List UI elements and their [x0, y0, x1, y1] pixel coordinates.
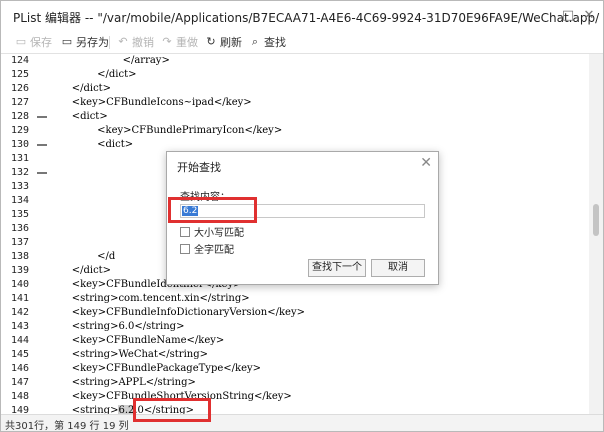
- match-case-checkbox[interactable]: 大小写匹配: [180, 224, 244, 239]
- refresh-icon: ↻: [206, 35, 216, 48]
- search-match-highlight: 6.2: [118, 405, 135, 414]
- code-line: 144 <key>CFBundleName</key>: [11, 335, 225, 346]
- code-line: 128 <dict>: [11, 111, 108, 122]
- whole-word-label: 全字匹配: [194, 245, 234, 256]
- save-button[interactable]: ▭ 保存: [15, 34, 52, 50]
- refresh-label: 刷新: [220, 36, 242, 49]
- vertical-scrollbar[interactable]: [589, 54, 603, 414]
- toolbar-divider: [109, 36, 110, 49]
- title-bar: PList 编辑器 -- "/var/mobile/Applications/B…: [1, 1, 603, 31]
- find-next-button[interactable]: 查找下一个: [308, 259, 366, 277]
- cancel-button[interactable]: 取消: [371, 259, 425, 277]
- code-line-current: 149 <string>6.2.0</string>: [11, 405, 194, 414]
- code-line: 141 <string>com.tencent.xin</string>: [11, 293, 250, 304]
- fold-marker-icon[interactable]: [37, 116, 47, 118]
- code-line: 147 <string>APPL</string>: [11, 377, 196, 388]
- save-as-label: 另存为: [76, 36, 109, 49]
- undo-icon: ↶: [118, 35, 128, 48]
- code-line: 129 <key>CFBundlePrimaryIcon</key>: [11, 125, 283, 136]
- find-label: 查找: [264, 36, 286, 49]
- refresh-button[interactable]: ↻ 刷新: [205, 34, 242, 50]
- scrollbar-thumb[interactable]: [593, 204, 599, 236]
- checkbox-icon: [180, 243, 190, 254]
- code-line: 127 <key>CFBundleIcons~ipad</key>: [11, 97, 252, 108]
- save-icon: ▭: [15, 35, 27, 48]
- dialog-close-icon[interactable]: ✕: [420, 155, 432, 171]
- toolbar: ▭ 保存 ▭ 另存为 ↶ 撤销 ↷ 重做 ↻ 刷新 ⌕ 查找: [1, 31, 603, 54]
- redo-label: 重做: [176, 36, 198, 49]
- window-title: PList 编辑器 -- "/var/mobile/Applications/B…: [13, 11, 600, 25]
- fold-marker-icon[interactable]: [37, 144, 47, 146]
- code-line: 142 <key>CFBundleInfoDictionaryVersion</…: [11, 307, 305, 318]
- dialog-title: 开始查找: [177, 161, 221, 174]
- annotation-box-result: [133, 398, 211, 422]
- annotation-box-input: [168, 197, 257, 223]
- find-button[interactable]: ⌕ 查找: [249, 34, 286, 50]
- minimize-icon[interactable]: □: [559, 7, 577, 25]
- status-bar: 共301行，第 149 行 19 列: [1, 414, 603, 432]
- code-line: 143 <string>6.0</string>: [11, 321, 185, 332]
- fold-marker-icon[interactable]: [37, 172, 47, 174]
- save-as-button[interactable]: ▭ 另存为: [61, 34, 109, 50]
- code-line: 124 </array>: [11, 55, 170, 66]
- cursor-position: 共301行，第 149 行 19 列: [5, 421, 129, 432]
- code-line: 126 </dict>: [11, 83, 112, 94]
- match-case-label: 大小写匹配: [194, 228, 244, 239]
- search-icon: ⌕: [251, 35, 259, 48]
- code-line: 125 </dict>: [11, 69, 137, 80]
- save-label: 保存: [30, 36, 52, 49]
- code-line: 145 <string>WeChat</string>: [11, 349, 208, 360]
- close-icon[interactable]: ✕: [580, 7, 598, 25]
- save-as-icon: ▭: [61, 35, 73, 48]
- code-line: 148 <key>CFBundleShortVersionString</key…: [11, 391, 292, 402]
- whole-word-checkbox[interactable]: 全字匹配: [180, 241, 234, 256]
- undo-label: 撤销: [132, 36, 154, 49]
- code-line: 146 <key>CFBundlePackageType</key>: [11, 363, 262, 374]
- code-line: 130 <dict>: [11, 139, 134, 150]
- redo-button[interactable]: ↷ 重做: [161, 34, 198, 50]
- checkbox-icon: [180, 226, 190, 237]
- undo-button[interactable]: ↶ 撤销: [117, 34, 154, 50]
- redo-icon: ↷: [162, 35, 172, 48]
